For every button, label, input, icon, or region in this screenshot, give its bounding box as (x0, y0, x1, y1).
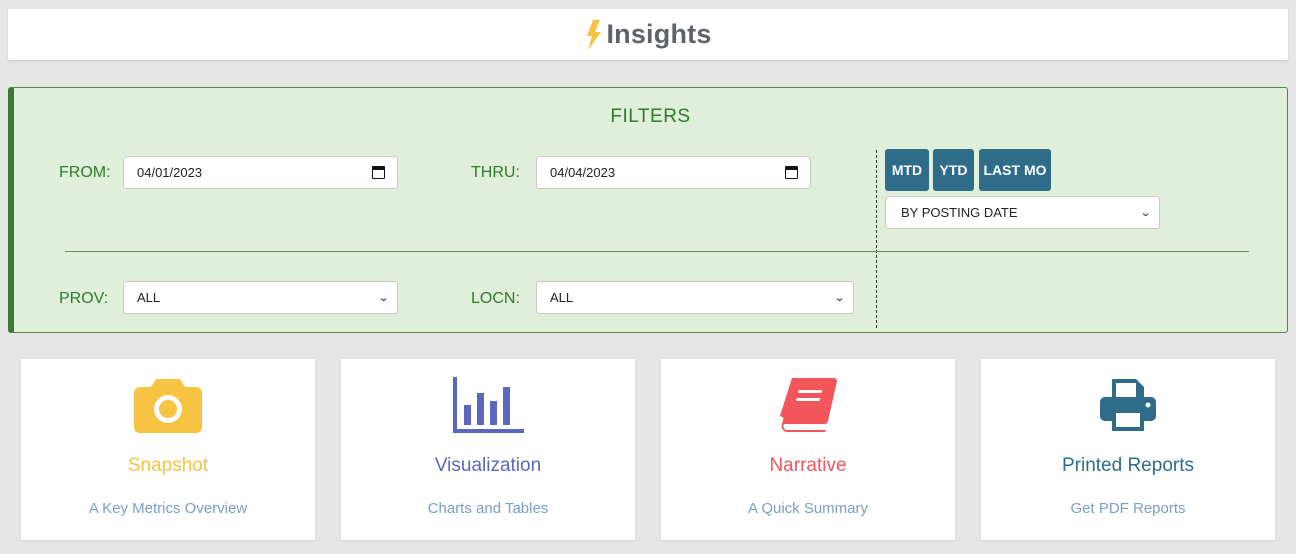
chevron-down-icon: ⌄ (377, 292, 390, 304)
card-printed-reports[interactable]: Printed Reports Get PDF Reports (981, 359, 1275, 540)
date-basis-select[interactable]: BY POSTING DATE ⌄ (885, 196, 1160, 229)
filters-title: FILTERS (610, 106, 691, 127)
card-title: Visualization (434, 455, 542, 476)
card-subtitle: A Quick Summary (747, 500, 869, 517)
card-title: Printed Reports (1061, 455, 1194, 476)
app-header: Insights (8, 9, 1288, 60)
from-date-input[interactable]: 04/01/2023 (123, 156, 398, 189)
prov-value: ALL (137, 290, 161, 305)
mtd-button[interactable]: MTD (885, 149, 929, 191)
card-title: Narrative (769, 455, 847, 476)
filters-panel: FILTERS FROM: 04/01/2023 THRU: 04/04/202… (8, 87, 1288, 333)
calendar-icon[interactable] (785, 166, 798, 179)
printer-icon (1100, 379, 1156, 431)
thru-date-input[interactable]: 04/04/2023 (536, 156, 811, 189)
date-basis-value: BY POSTING DATE (901, 205, 1018, 220)
locn-value: ALL (550, 290, 574, 305)
card-subtitle: A Key Metrics Overview (88, 500, 248, 517)
card-title: Snapshot (127, 455, 209, 476)
from-date-value: 04/01/2023 (137, 165, 203, 180)
card-subtitle: Charts and Tables (427, 500, 549, 517)
calendar-icon[interactable] (372, 166, 385, 179)
card-subtitle: Get PDF Reports (1070, 500, 1186, 517)
thru-label: THRU: (471, 164, 520, 181)
lightning-bolt-icon (587, 20, 602, 50)
thru-date-value: 04/04/2023 (550, 165, 616, 180)
ytd-button[interactable]: YTD (933, 149, 974, 191)
from-label: FROM: (59, 164, 111, 181)
card-narrative[interactable]: Narrative A Quick Summary (661, 359, 955, 540)
locn-label: LOCN: (471, 290, 520, 307)
vertical-divider (876, 150, 877, 328)
bar-chart-icon (453, 377, 524, 433)
app-title: Insights (606, 19, 712, 49)
camera-icon (134, 379, 202, 433)
locn-select[interactable]: ALL ⌄ (536, 281, 854, 314)
card-visualization[interactable]: Visualization Charts and Tables (341, 359, 635, 540)
last-month-button[interactable]: LAST MO (979, 149, 1051, 191)
prov-select[interactable]: ALL ⌄ (123, 281, 398, 314)
book-icon (780, 378, 837, 433)
chevron-down-icon: ⌄ (833, 292, 846, 304)
chevron-down-icon: ⌄ (1139, 207, 1152, 219)
card-snapshot[interactable]: Snapshot A Key Metrics Overview (21, 359, 315, 540)
horizontal-divider (65, 251, 1249, 252)
prov-label: PROV: (59, 290, 109, 307)
